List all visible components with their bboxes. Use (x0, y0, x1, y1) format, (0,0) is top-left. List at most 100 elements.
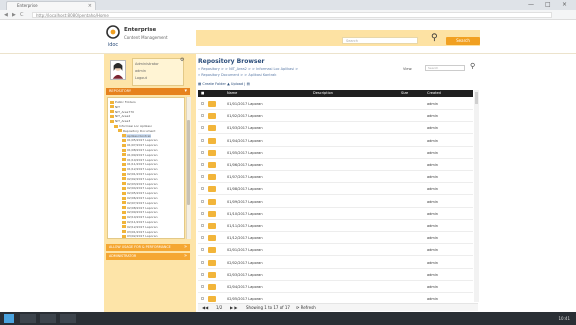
row-name[interactable]: 01/01/2017 Laporan (227, 98, 263, 110)
table-row[interactable]: 01/07/2017 Laporan admin (198, 171, 473, 184)
table-row[interactable]: 02/04/2017 Laporan admin (198, 281, 473, 293)
row-name[interactable]: 01/07/2017 Laporan (227, 171, 263, 183)
table-row[interactable]: 01/03/2017 Laporan admin (198, 122, 473, 135)
tree-item[interactable]: 01/12/2017 Laporan (122, 167, 157, 172)
tree-item[interactable]: 01/07/2017 Laporan (122, 143, 157, 148)
tree-item[interactable]: NIT_Area3 (110, 119, 130, 124)
row-name[interactable]: 01/04/2017 Laporan (227, 135, 263, 147)
table-row[interactable]: 02/03/2017 Laporan admin (198, 269, 473, 281)
taskbar-app-icon[interactable] (40, 314, 56, 323)
row-name[interactable]: 01/06/2017 Laporan (227, 159, 263, 171)
column-header-name[interactable]: Name (227, 90, 237, 97)
row-name[interactable]: 01/10/2017 Laporan (227, 208, 263, 220)
tab-close-icon[interactable]: × (88, 2, 92, 10)
back-icon[interactable]: ◀ (4, 10, 8, 20)
tree-item[interactable]: 02/10/2017 Laporan (122, 215, 157, 220)
tree-item-label: NIT_Area770 (115, 109, 135, 114)
table-scrollbar[interactable] (474, 90, 479, 302)
taskbar-app-icon[interactable] (60, 314, 76, 323)
column-header-description[interactable]: Description (313, 90, 333, 97)
taskbar-app-icon[interactable] (20, 314, 36, 323)
search-icon[interactable]: ⚲ (431, 34, 438, 43)
column-header-created[interactable]: Created (427, 90, 441, 97)
row-name[interactable]: 02/02/2017 Laporan (227, 257, 263, 269)
first-page-icon[interactable]: ◀◀ (202, 304, 208, 312)
filter-input[interactable]: Search (425, 65, 465, 71)
url-field[interactable]: http://localhost:8080/pentaho/Home (32, 12, 552, 18)
table-row[interactable]: 01/01/2017 Laporan admin (198, 98, 473, 110)
row-name[interactable]: 01/12/2017 Laporan (227, 232, 263, 244)
table-row[interactable]: 01/05/2017 Laporan admin (198, 147, 473, 159)
close-window-icon[interactable]: × (562, 0, 567, 10)
minimize-icon[interactable]: — (528, 0, 534, 10)
table-row[interactable]: 01/04/2017 Laporan admin (198, 135, 473, 147)
table-row[interactable]: 01/12/2017 Laporan admin (198, 232, 473, 245)
row-checkbox[interactable] (201, 285, 204, 288)
forward-icon[interactable]: ▶ (12, 10, 16, 20)
row-checkbox[interactable] (201, 248, 204, 252)
reload-icon[interactable]: C (20, 10, 24, 20)
row-name[interactable]: 01/03/2017 Laporan (227, 122, 263, 134)
global-search-input[interactable]: Search (342, 37, 418, 44)
search-button[interactable]: Search (446, 37, 480, 45)
refresh-button[interactable]: ⟳ Refresh (296, 304, 316, 312)
row-name[interactable]: 01/08/2017 Laporan (227, 183, 263, 195)
row-checkbox[interactable] (201, 102, 204, 105)
tree-item-label: 02/11/2017 Laporan (127, 220, 158, 224)
column-header-size[interactable]: Size (401, 90, 408, 97)
row-name[interactable]: 02/04/2017 Laporan (227, 281, 263, 293)
row-checkbox[interactable] (201, 126, 204, 130)
file-toolbar[interactable]: ▦ Create Folder ▲ Upload | ▤ (198, 82, 250, 86)
folder-icon (208, 271, 216, 278)
table-row[interactable]: 01/11/2017 Laporan admin (198, 220, 473, 232)
accordion-label: ADMINISTRATOR (109, 254, 137, 258)
breadcrumb[interactable]: » Repository > > NIT_Area2 > > Informasi… (198, 67, 298, 71)
tree-item[interactable]: 02/05/2017 Laporan (122, 191, 157, 196)
row-name[interactable]: 01/09/2017 Laporan (227, 196, 263, 208)
row-checkbox[interactable] (201, 175, 204, 179)
row-checkbox[interactable] (201, 224, 204, 227)
row-checkbox[interactable] (201, 260, 204, 264)
os-taskbar: 10:41 (0, 312, 576, 325)
row-name[interactable]: 02/03/2017 Laporan (227, 269, 263, 281)
row-checkbox[interactable] (201, 163, 204, 166)
settings-icon[interactable]: ⚙ (180, 57, 184, 63)
row-name[interactable]: 02/01/2017 Laporan (227, 244, 263, 256)
table-row[interactable]: 02/01/2017 Laporan admin (198, 244, 473, 257)
table-row[interactable]: 01/02/2017 Laporan admin (198, 110, 473, 123)
filter-search-icon[interactable]: ⚲ (470, 62, 475, 70)
tree-item[interactable]: 03/02/2017 Laporan (122, 234, 157, 238)
next-page-icon[interactable]: ▶ ▶ (230, 304, 237, 312)
browser-tab[interactable]: Enterprise × (6, 1, 96, 10)
tree-scrollbar-thumb[interactable] (187, 120, 190, 205)
row-checkbox[interactable] (201, 187, 204, 191)
row-name[interactable]: 01/11/2017 Laporan (227, 220, 263, 232)
row-name[interactable]: 01/02/2017 Laporan (227, 110, 263, 122)
accordion-usage-performance[interactable]: ALLOW USAGE FOR & PERFORMANCE » (106, 244, 190, 251)
row-checkbox[interactable] (201, 150, 204, 154)
logout-link[interactable]: Logout (135, 76, 147, 80)
user-name: Administrator (135, 62, 159, 66)
start-button-icon[interactable] (4, 314, 14, 323)
row-checkbox[interactable] (201, 114, 204, 118)
breadcrumb-continued[interactable]: » Repository Document > > Aplikasi Kontr… (198, 73, 276, 77)
row-checkbox[interactable] (201, 297, 204, 301)
accordion-administrator[interactable]: ADMINISTRATOR » (106, 253, 190, 260)
maximize-icon[interactable]: □ (545, 0, 551, 10)
row-checkbox[interactable] (201, 138, 204, 142)
repository-section-header[interactable]: REPOSITORY ▾ (106, 88, 190, 95)
table-row[interactable]: 02/02/2017 Laporan admin (198, 257, 473, 269)
row-checkbox[interactable] (201, 211, 204, 215)
row-checkbox[interactable] (201, 272, 204, 276)
table-row[interactable]: 01/06/2017 Laporan admin (198, 159, 473, 171)
user-id: admin (135, 69, 146, 73)
table-row[interactable]: 01/08/2017 Laporan admin (198, 183, 473, 196)
table-scrollbar-thumb[interactable] (475, 92, 478, 104)
table-row[interactable]: 01/09/2017 Laporan admin (198, 196, 473, 208)
row-name[interactable]: 01/05/2017 Laporan (227, 147, 263, 159)
view-toggle[interactable]: View: (403, 67, 412, 71)
select-all-checkbox[interactable]: ■ (201, 90, 204, 97)
row-checkbox[interactable] (201, 236, 204, 240)
table-row[interactable]: 01/10/2017 Laporan admin (198, 208, 473, 220)
row-checkbox[interactable] (201, 199, 204, 203)
